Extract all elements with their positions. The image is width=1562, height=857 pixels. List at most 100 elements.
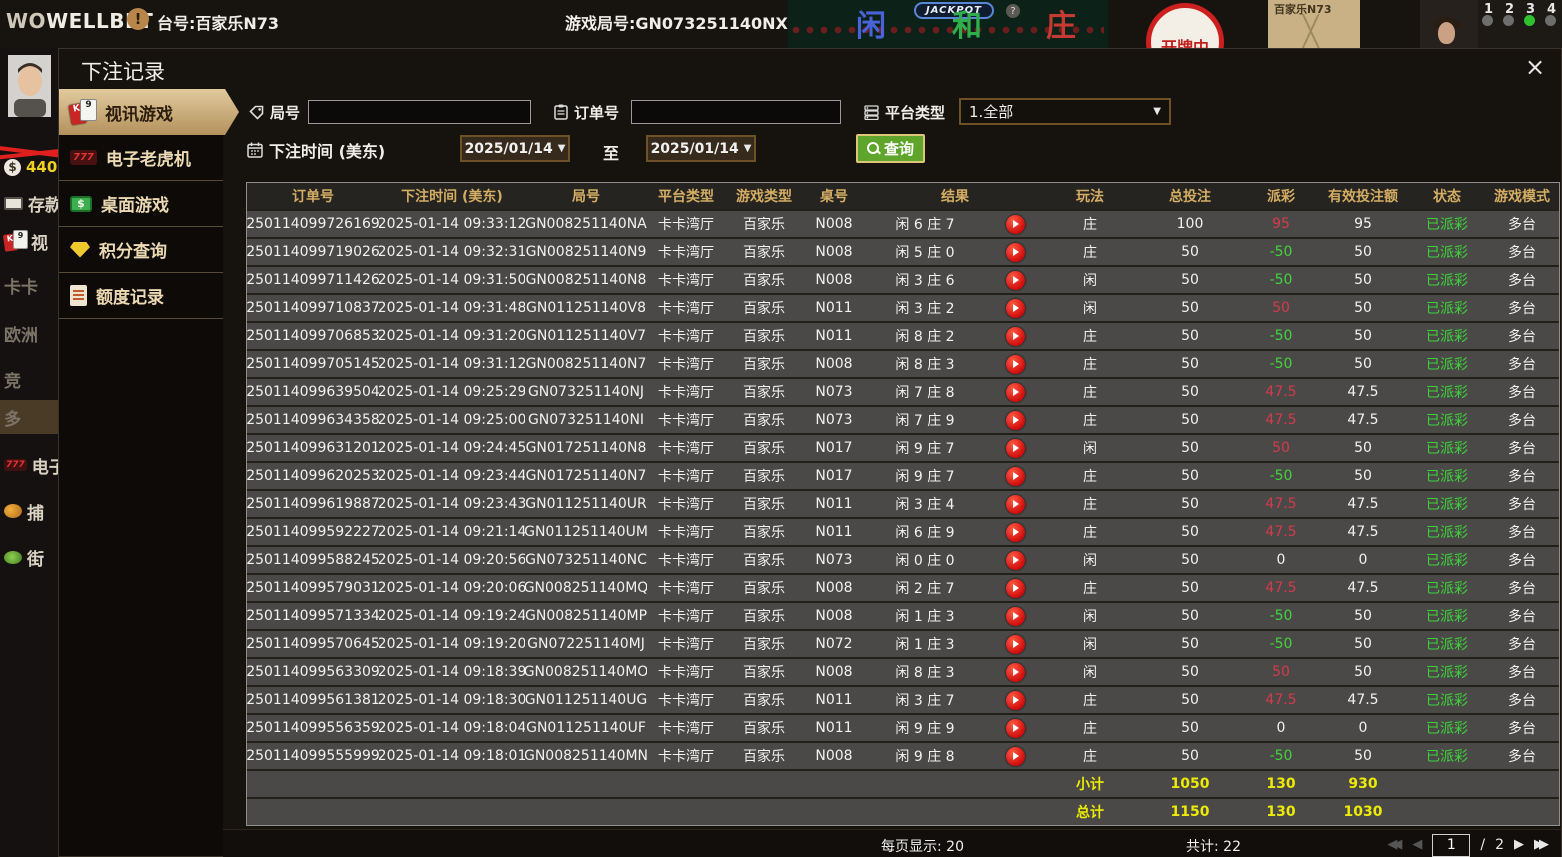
play-result-button[interactable]: [1005, 522, 1025, 542]
order-number-input[interactable]: [631, 100, 841, 124]
cell-play-type: 闲: [1083, 553, 1097, 569]
play-result-button[interactable]: [1005, 606, 1025, 626]
cell-game: 百家乐: [743, 637, 785, 653]
play-result-button[interactable]: [1005, 690, 1025, 710]
cell-result: 闲 3 庄 2: [895, 301, 955, 317]
search-button[interactable]: 查询: [856, 134, 926, 163]
balance-display: $ 440.: [4, 152, 58, 182]
play-result-button[interactable]: [1005, 214, 1025, 234]
total-valid: 1030: [1343, 804, 1383, 820]
platform-filter-label: 平台类型: [864, 99, 945, 125]
cell-replay: [985, 239, 1045, 265]
play-result-button[interactable]: [1005, 438, 1025, 458]
cell-bet: 50: [1181, 524, 1199, 540]
modal-title-bar: 下注记录 ×: [59, 49, 1561, 90]
cell-game: 百家乐: [743, 245, 785, 261]
cell-game: 百家乐: [743, 693, 785, 709]
cell-play-type: 闲: [1083, 637, 1097, 653]
sidebar-item-arcade[interactable]: 街: [4, 542, 44, 572]
cell-order: 250114099620253: [247, 468, 379, 484]
jackpot-help-icon[interactable]: ?: [1006, 4, 1020, 18]
play-result-button[interactable]: [1005, 410, 1025, 430]
play-result-button[interactable]: [1005, 578, 1025, 598]
col-header: 游戏类型: [736, 189, 792, 205]
sidebar-item-multi[interactable]: 多: [4, 402, 21, 432]
col-header: 平台类型: [658, 189, 714, 205]
sidebar-item-kaka[interactable]: 卡卡: [4, 270, 38, 300]
cell-order: 250114099705145: [247, 356, 379, 372]
cell-round: GN073251140NI: [527, 412, 645, 428]
cell-status: 已派彩: [1426, 693, 1468, 709]
cell-game: 百家乐: [743, 553, 785, 569]
tab-table-games[interactable]: $ 桌面游戏: [59, 181, 223, 227]
sidebar-item-europe[interactable]: 欧洲: [4, 318, 38, 348]
date-to-picker[interactable]: 2025/01/14 ▼: [646, 135, 756, 162]
bet-player-area[interactable]: 闲: [856, 12, 886, 42]
cell-play-type: 庄: [1083, 721, 1097, 737]
cell-platform: 卡卡湾厅: [658, 749, 714, 765]
cell-game: 百家乐: [743, 497, 785, 513]
sidebar-item-video[interactable]: K 9 视: [2, 226, 48, 256]
sidebar-item-slots[interactable]: 777 电子: [4, 450, 58, 480]
cell-status: 已派彩: [1426, 245, 1468, 261]
play-result-button[interactable]: [1005, 494, 1025, 514]
cell-play-type: 庄: [1083, 497, 1097, 513]
road-dot: [1503, 15, 1514, 26]
round-number-input[interactable]: [308, 100, 531, 124]
next-page-button[interactable]: ▶: [1514, 833, 1524, 857]
tab-points-query[interactable]: 积分查询: [59, 227, 223, 273]
cell-table: N011: [815, 300, 853, 316]
cell-payout: 50: [1272, 440, 1290, 456]
table-row: 250114099705145 2025-01-14 09:31:12 GN0082…: [247, 349, 1559, 377]
cell-time: 2025-01-14 09:25:00: [379, 412, 525, 428]
first-page-button[interactable]: ◀◀: [1387, 833, 1402, 857]
cell-result: 闲 9 庄 7: [895, 441, 955, 457]
avatar[interactable]: [8, 55, 51, 117]
platform-type-select[interactable]: 1.全部 ▼: [959, 98, 1171, 125]
play-result-button[interactable]: [1005, 326, 1025, 346]
last-page-button[interactable]: ▶▶: [1534, 833, 1549, 857]
play-result-button[interactable]: [1005, 662, 1025, 682]
cell-replay: [985, 211, 1045, 237]
sidebar-item-sports[interactable]: 竞: [4, 364, 21, 394]
play-result-button[interactable]: [1005, 270, 1025, 290]
play-result-button[interactable]: [1005, 298, 1025, 318]
play-result-button[interactable]: [1005, 550, 1025, 570]
tab-slots[interactable]: 777 电子老虎机: [59, 135, 223, 181]
col-header: 下注时间 (美东): [401, 189, 503, 205]
cell-order: 250114099631201: [247, 440, 379, 456]
table-video-thumbnail[interactable]: 百家乐N73: [1268, 0, 1360, 48]
date-from-picker[interactable]: 2025/01/14 ▼: [460, 135, 570, 162]
bet-banker-area[interactable]: 庄: [1046, 12, 1076, 42]
col-header: 结果: [941, 189, 969, 205]
play-result-button[interactable]: [1005, 354, 1025, 374]
sidebar-item-fishing[interactable]: 捕: [4, 496, 44, 526]
prev-page-button[interactable]: ◀: [1412, 833, 1422, 857]
play-result-button[interactable]: [1005, 242, 1025, 262]
cell-replay: [985, 603, 1045, 629]
tab-video-games[interactable]: K 9 视讯游戏: [59, 89, 239, 135]
cell-game: 百家乐: [743, 581, 785, 597]
page-number-input[interactable]: 1: [1432, 833, 1471, 857]
play-result-button[interactable]: [1005, 382, 1025, 402]
table-row: 250114099620253 2025-01-14 09:23:44 GN0172…: [247, 461, 1559, 489]
close-icon[interactable]: ×: [1521, 53, 1549, 81]
cell-mode: 多台: [1508, 301, 1536, 317]
play-result-button[interactable]: [1005, 466, 1025, 486]
cell-payout: -50: [1269, 328, 1293, 344]
tab-quota-records[interactable]: 额度记录: [59, 273, 223, 319]
pagination-bar: 每页显示: 20 共计: 22 ◀◀ ◀ 1 / 2 ▶ ▶▶: [223, 829, 1561, 857]
diamond-icon: [70, 241, 90, 258]
road-dot: [1545, 15, 1556, 26]
play-icon: [1013, 500, 1019, 508]
cell-round: GN008251140MO: [525, 664, 647, 680]
cell-status: 已派彩: [1426, 497, 1468, 513]
bet-tie-area[interactable]: 和: [952, 12, 982, 42]
play-result-button[interactable]: [1005, 718, 1025, 738]
sidebar-item-deposit[interactable]: 存款: [4, 188, 58, 218]
cell-result: 闲 2 庄 7: [895, 581, 955, 597]
cell-valid-bet: 50: [1354, 244, 1372, 260]
play-result-button[interactable]: [1005, 746, 1025, 766]
play-result-button[interactable]: [1005, 634, 1025, 654]
subtotal-label: 小计: [1076, 777, 1104, 793]
